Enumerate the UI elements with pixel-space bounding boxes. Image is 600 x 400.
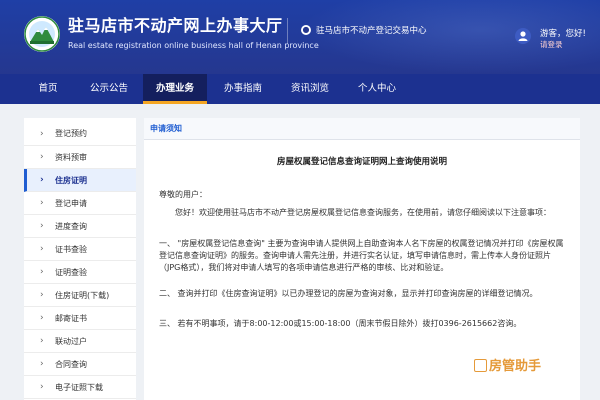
- nav-personal-center[interactable]: 个人中心: [346, 74, 408, 104]
- site-header: 驻马店市不动产网上办事大厅 Real estate registration o…: [0, 0, 600, 74]
- sidebar-item-label: 进度查询: [55, 222, 87, 231]
- chevron-right-icon: ›: [40, 359, 44, 369]
- notice-item-3: 三、 若有不明事项，请于8:00-12:00或15:00-18:00（周末节假日…: [159, 319, 522, 328]
- watermark-text: 房管助手: [489, 359, 542, 374]
- sidebar-item-pre-review[interactable]: › 资料预审: [24, 146, 136, 169]
- header-divider: [287, 18, 288, 44]
- chevron-right-icon: ›: [40, 244, 44, 254]
- sidebar-item-cert-verify[interactable]: › 证书查验: [24, 238, 136, 261]
- sidebar-item-label: 住房证明: [55, 176, 87, 185]
- chevron-right-icon: ›: [40, 336, 44, 346]
- app-icon: [474, 359, 487, 372]
- chevron-right-icon: ›: [40, 152, 44, 162]
- sidebar-item-contract-query[interactable]: › 合同查询: [24, 353, 136, 376]
- nav-business[interactable]: 办理业务: [143, 74, 207, 104]
- notice-item-2: 二、 查询并打印《住房查询证明》以已办理登记的房屋为查询对象，显示并打印查询房屋…: [159, 289, 538, 298]
- login-link[interactable]: 请登录: [540, 39, 563, 50]
- sidebar-item-label: 合同查询: [55, 360, 87, 369]
- center-name: 驻马店市不动产登记交易中心: [316, 26, 427, 36]
- sidebar-item-label: 联动过户: [55, 337, 87, 346]
- user-avatar-icon[interactable]: [515, 28, 531, 44]
- notice-item-1: 一、 "房屋权属登记信息查询" 主要为查询申请人提供网上自助查询本人名下房屋的权…: [159, 239, 564, 273]
- main-nav: 首页 公示公告 办理业务 办事指南 资讯浏览 个人中心: [0, 74, 600, 104]
- user-greeting: 游客，您好!: [540, 29, 586, 39]
- salutation: 尊敬的用户：: [159, 190, 207, 199]
- watermark: 房管助手: [474, 355, 541, 374]
- sidebar-item-label: 住房证明(下载): [55, 291, 110, 300]
- sidebar: › 登记预约 › 资料预审 › 住房证明 › 登记申请 › 进度查询 › 证书查验 › 证明查…: [24, 118, 136, 400]
- content-header: 申请须知: [144, 118, 580, 140]
- sidebar-item-e-license[interactable]: › 电子证照下载: [24, 376, 136, 399]
- sidebar-item-linked-transfer[interactable]: › 联动过户: [24, 330, 136, 353]
- nav-news[interactable]: 资讯浏览: [279, 74, 341, 104]
- site-subtitle: Real estate registration online business…: [68, 41, 319, 50]
- logo-icon[interactable]: [24, 16, 60, 52]
- chevron-right-icon: ›: [40, 382, 44, 392]
- sidebar-item-label: 登记预约: [55, 129, 87, 138]
- sidebar-item-label: 证书查验: [55, 245, 87, 254]
- document-title: 房屋权属登记信息查询证明网上查询使用说明: [276, 157, 447, 167]
- sidebar-item-housing-download[interactable]: › 住房证明(下载): [24, 284, 136, 307]
- location-icon: ●: [301, 25, 311, 35]
- chevron-right-icon: ›: [40, 313, 44, 323]
- sidebar-item-appointment[interactable]: › 登记预约: [24, 122, 136, 146]
- chevron-right-icon: ›: [40, 198, 44, 208]
- nav-home[interactable]: 首页: [22, 74, 74, 104]
- intro-paragraph: 您好！欢迎使用驻马店市不动产登记房屋权属登记信息查询服务，在使用前，请您仔细阅读…: [175, 208, 551, 217]
- main-content: 申请须知 房屋权属登记信息查询证明网上查询使用说明 尊敬的用户： 您好！欢迎使用…: [144, 118, 580, 400]
- nav-announcements[interactable]: 公示公告: [78, 74, 140, 104]
- sidebar-item-progress[interactable]: › 进度查询: [24, 215, 136, 238]
- chevron-right-icon: ›: [40, 221, 44, 231]
- chevron-right-icon: ›: [40, 290, 44, 300]
- chevron-right-icon: ›: [40, 129, 44, 139]
- sidebar-item-label: 证明查验: [55, 268, 87, 277]
- site-title: 驻马店市不动产网上办事大厅: [68, 16, 283, 35]
- sidebar-item-mail-cert[interactable]: › 邮寄证书: [24, 307, 136, 330]
- sidebar-item-housing-certificate[interactable]: › 住房证明: [24, 169, 136, 192]
- sidebar-item-label: 资料预审: [55, 153, 87, 162]
- nav-guide[interactable]: 办事指南: [212, 74, 274, 104]
- sidebar-item-label: 邮寄证书: [55, 314, 87, 323]
- sidebar-item-registration[interactable]: › 登记申请: [24, 192, 136, 215]
- sidebar-item-label: 登记申请: [55, 199, 87, 208]
- chevron-right-icon: ›: [40, 175, 44, 185]
- sidebar-item-proof-verify[interactable]: › 证明查验: [24, 261, 136, 284]
- sidebar-item-label: 电子证照下载: [55, 383, 103, 392]
- chevron-right-icon: ›: [40, 267, 44, 277]
